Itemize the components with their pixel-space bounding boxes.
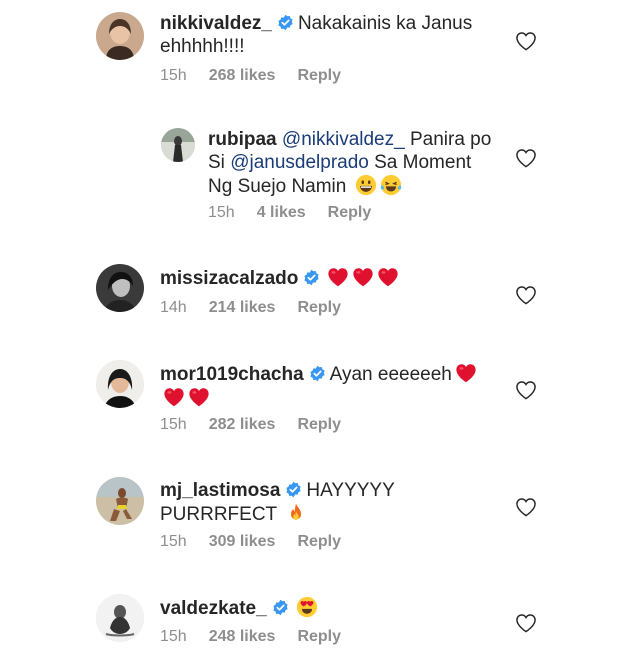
timestamp[interactable]: 14h	[160, 299, 187, 316]
red-heart-icon	[163, 386, 185, 408]
comment-text: rubipaa @nikkivaldez_ Panira po Si @janu…	[208, 128, 498, 198]
avatar[interactable]	[96, 477, 144, 525]
like-heart-icon[interactable]	[515, 285, 537, 305]
red-heart-icon	[352, 266, 374, 288]
avatar[interactable]	[161, 128, 195, 162]
grinning-face-icon	[355, 174, 377, 196]
like-heart-icon[interactable]	[515, 148, 537, 168]
username[interactable]: nikkivaldez_	[160, 13, 272, 34]
comment-text: mor1019chacha Ayan eeeeeeh	[160, 362, 500, 410]
verified-badge-icon	[303, 269, 320, 286]
avatar[interactable]	[96, 360, 144, 408]
verified-badge-icon	[309, 365, 326, 382]
comment-meta: 14h 214 likes Reply	[160, 299, 363, 317]
heart-eyes-face-icon	[296, 596, 318, 618]
avatar[interactable]	[96, 264, 144, 312]
username[interactable]: mor1019chacha	[160, 364, 304, 385]
red-heart-icon	[377, 266, 399, 288]
likes-count[interactable]: 282 likes	[209, 416, 276, 433]
fire-icon	[285, 502, 307, 524]
comment-body: Ayan eeeeeeh	[329, 364, 452, 385]
reply-button[interactable]: Reply	[297, 416, 341, 433]
comment-text: nikkivaldez_ Nakakainis ka Janus ehhhhh!!…	[160, 12, 500, 58]
comment-meta: 15h 248 likes Reply	[160, 628, 363, 646]
comment-text: missizacalzado	[160, 266, 500, 290]
verified-badge-icon	[277, 14, 294, 31]
timestamp[interactable]: 15h	[160, 67, 187, 84]
username[interactable]: missizacalzado	[160, 268, 298, 289]
reply-button[interactable]: Reply	[297, 628, 341, 645]
timestamp[interactable]: 15h	[160, 533, 187, 550]
reply-button[interactable]: Reply	[297, 67, 341, 84]
comment-meta: 15h 282 likes Reply	[160, 416, 363, 434]
timestamp[interactable]: 15h	[160, 628, 187, 645]
comment-meta: 15h 268 likes Reply	[160, 67, 363, 85]
verified-badge-icon	[272, 599, 289, 616]
timestamp[interactable]: 15h	[160, 416, 187, 433]
verified-badge-icon	[285, 481, 302, 498]
comment-text: valdezkate_	[160, 596, 500, 620]
red-heart-icon	[188, 386, 210, 408]
likes-count[interactable]: 268 likes	[209, 67, 276, 84]
like-heart-icon[interactable]	[515, 613, 537, 633]
reply-button[interactable]: Reply	[297, 533, 341, 550]
avatar[interactable]	[96, 594, 144, 642]
username[interactable]: valdezkate_	[160, 598, 267, 619]
likes-count[interactable]: 248 likes	[209, 628, 276, 645]
likes-count[interactable]: 4 likes	[257, 204, 306, 221]
comment-text: mj_lastimosa HAYYYYY PURRRFECT	[160, 479, 500, 526]
username[interactable]: mj_lastimosa	[160, 480, 280, 501]
username[interactable]: rubipaa	[208, 129, 277, 150]
likes-count[interactable]: 214 likes	[209, 299, 276, 316]
reply-button[interactable]: Reply	[297, 299, 341, 316]
like-heart-icon[interactable]	[515, 31, 537, 51]
reply-button[interactable]: Reply	[328, 204, 372, 221]
likes-count[interactable]: 309 likes	[209, 533, 276, 550]
mention-link[interactable]: @nikkivaldez_	[282, 129, 405, 150]
comment-meta: 15h 4 likes Reply	[208, 204, 393, 222]
avatar[interactable]	[96, 12, 144, 60]
comment-meta: 15h 309 likes Reply	[160, 533, 363, 551]
timestamp[interactable]: 15h	[208, 204, 235, 221]
red-heart-icon	[455, 362, 477, 384]
red-heart-icon	[327, 266, 349, 288]
tears-of-joy-icon	[380, 174, 402, 196]
mention-link[interactable]: @janusdelprado	[230, 152, 369, 173]
like-heart-icon[interactable]	[515, 497, 537, 517]
like-heart-icon[interactable]	[515, 380, 537, 400]
